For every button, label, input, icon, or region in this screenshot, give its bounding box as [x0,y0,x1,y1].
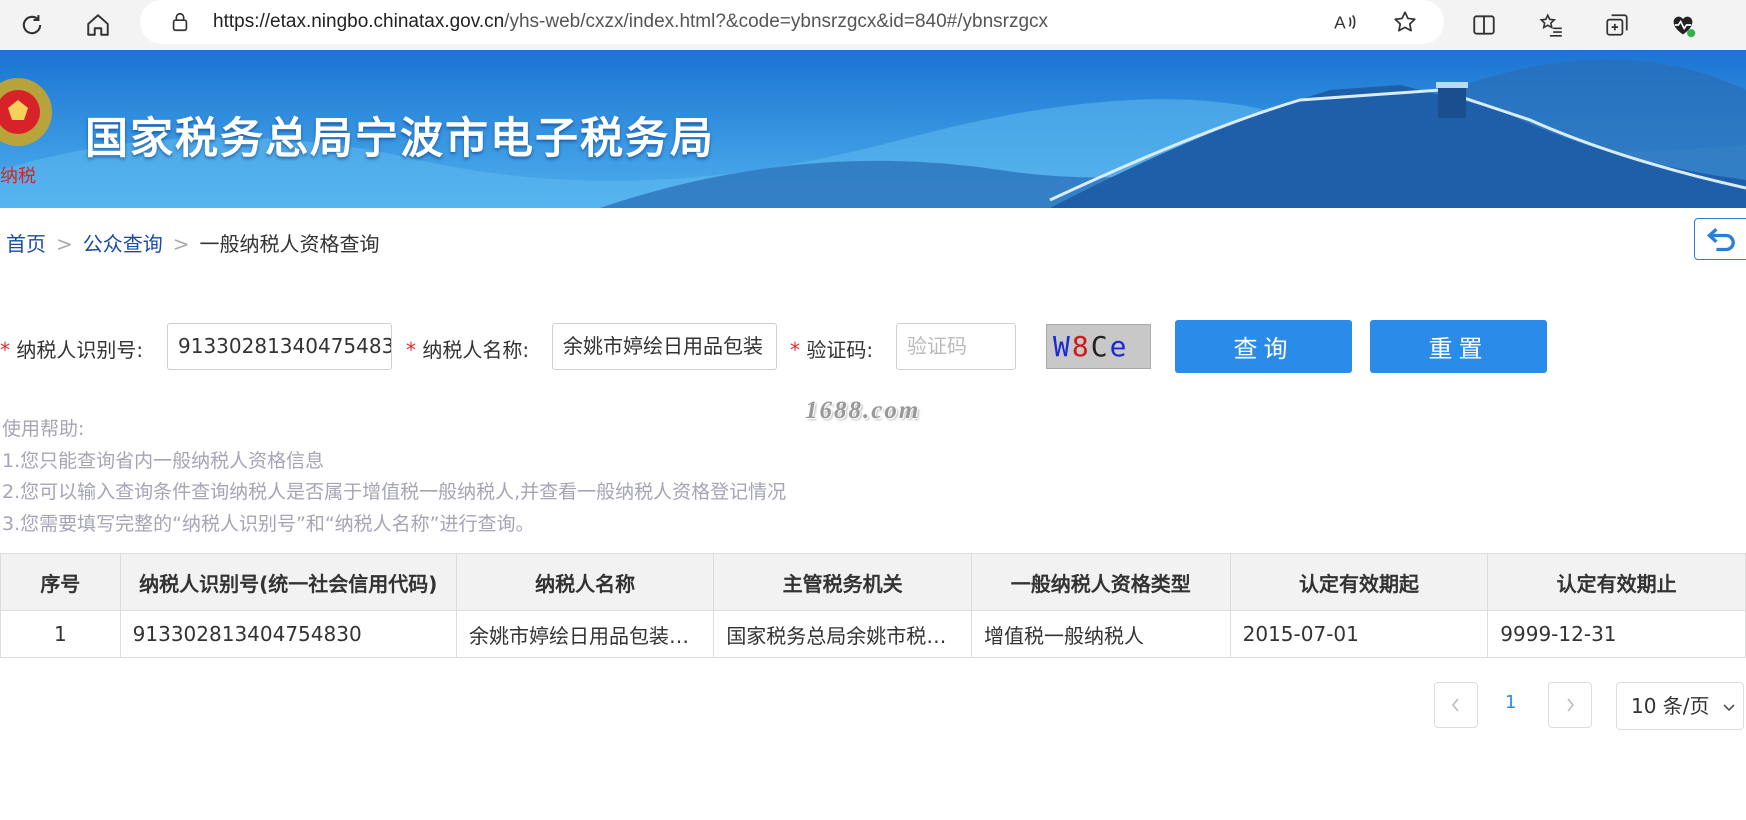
taxpayer-id-label-text: 纳税人识别号: [16,338,144,362]
breadcrumb-separator: > [56,232,73,256]
prev-page-button[interactable] [1434,682,1478,728]
site-banner: 纳税 国家税务总局宁波市电子税务局 [0,50,1746,208]
svg-text:A: A [1334,13,1346,33]
help-line: 2.您可以输入查询条件查询纳税人是否属于增值税一般纳税人,并查看一般纳税人资格登… [2,481,787,503]
col-header-taxpayer-id: 纳税人识别号(统一社会信用代码) [119,553,458,611]
svg-text:纳税: 纳税 [0,166,36,187]
url-text[interactable]: https://etax.ningbo.chinatax.gov.cn/yhs-… [213,11,1048,33]
lock-icon[interactable] [162,4,198,40]
browser-essentials-icon[interactable] [1665,7,1701,43]
chevron-right-icon [1567,698,1575,712]
browser-toolbar: https://etax.ningbo.chinatax.gov.cn/yhs-… [0,0,1746,50]
col-header-qualification-type: 一般纳税人资格类型 [970,553,1231,611]
cell-valid-from: 2015-07-01 [1229,610,1489,658]
captcha-char: 8 [1071,330,1091,363]
breadcrumb: 首页 > 公众查询 > 一般纳税人资格查询 [6,228,380,257]
cell-index: 1 [0,610,121,658]
table-header-row: 序号 纳税人识别号(统一社会信用代码) 纳税人名称 主管税务机关 一般纳税人资格… [0,553,1746,611]
query-button[interactable]: 查询 [1175,320,1352,373]
taxpayer-name-input[interactable]: 余姚市婷绘日用品包装 [552,323,777,370]
help-line: 1.您只能查询省内一般纳税人资格信息 [2,449,325,472]
cell-qualification-type: 增值税一般纳税人 [970,610,1231,658]
home-icon[interactable] [80,7,116,43]
usage-help: 使用帮助: 1.您只能查询省内一般纳税人资格信息 2.您可以输入查询条件查询纳税… [2,414,786,540]
cell-taxpayer-id: 913302813404754830 [119,610,458,658]
required-mark: * [0,338,10,362]
url-path: /yhs-web/cxzx/index.html?&code=ybnsrzgcx… [504,11,1049,32]
required-mark: * [790,338,800,362]
captcha-image[interactable]: W8Ce [1046,324,1151,369]
current-page-number[interactable]: 1 [1505,692,1516,713]
return-arrow-icon [1706,227,1735,252]
cell-tax-authority: 国家税务总局余姚市税务局 [713,610,972,658]
chevron-left-icon [1451,698,1459,712]
captcha-label: * 验证码: [790,334,873,363]
help-title: 使用帮助: [2,418,85,440]
refresh-icon[interactable] [14,7,50,43]
breadcrumb-current: 一般纳税人资格查询 [199,232,380,256]
taxpayer-name-label-text: 纳税人名称: [422,338,530,362]
watermark-text: 1688.com [805,397,921,424]
captcha-input[interactable]: 验证码 [896,323,1016,370]
captcha-char: C [1090,330,1110,363]
col-header-valid-from: 认定有效期起 [1229,553,1489,611]
next-page-button[interactable] [1548,682,1592,728]
favorite-star-icon[interactable] [1387,4,1423,40]
required-mark: * [406,338,416,362]
captcha-label-text: 验证码: [806,338,874,362]
address-bar[interactable]: https://etax.ningbo.chinatax.gov.cn/yhs-… [140,0,1444,44]
col-header-tax-authority: 主管税务机关 [713,553,972,611]
cell-valid-to: 9999-12-31 [1487,610,1746,658]
taxpayer-name-label: * 纳税人名称: [406,334,529,363]
chevron-down-icon [1723,704,1735,712]
back-button[interactable] [1694,218,1746,260]
url-host: https://etax.ningbo.chinatax.gov.cn [213,11,505,32]
results-table: 序号 纳税人识别号(统一社会信用代码) 纳税人名称 主管税务机关 一般纳税人资格… [0,553,1746,658]
cell-taxpayer-name: 余姚市婷绘日用品包装有限公司 [455,610,715,658]
site-title: 国家税务总局宁波市电子税务局 [85,114,715,164]
split-screen-icon[interactable] [1466,7,1502,43]
read-aloud-icon[interactable]: A [1327,4,1363,40]
captcha-char: W [1053,330,1072,363]
taxpayer-id-input[interactable]: 913302813404754830 [167,323,392,370]
breadcrumb-separator: > [172,232,190,256]
favorites-list-icon[interactable] [1533,7,1569,43]
help-line: 3.您需要填写完整的“纳税人识别号”和“纳税人名称”进行查询。 [2,512,535,535]
col-header-index: 序号 [0,553,121,611]
page-size-select[interactable]: 10 条/页 [1616,682,1744,730]
col-header-taxpayer-name: 纳税人名称 [455,553,715,611]
table-row: 1 913302813404754830 余姚市婷绘日用品包装有限公司 国家税务… [0,610,1746,658]
captcha-char: e [1109,330,1129,363]
breadcrumb-home-link[interactable]: 首页 [6,232,46,256]
page-size-value: 10 条/页 [1631,694,1710,718]
taxpayer-id-label: * 纳税人识别号: [0,334,143,363]
breadcrumb-public-query-link[interactable]: 公众查询 [83,232,163,256]
reset-button[interactable]: 重置 [1370,320,1547,373]
collections-icon[interactable] [1599,7,1635,43]
col-header-valid-to: 认定有效期止 [1487,553,1746,611]
